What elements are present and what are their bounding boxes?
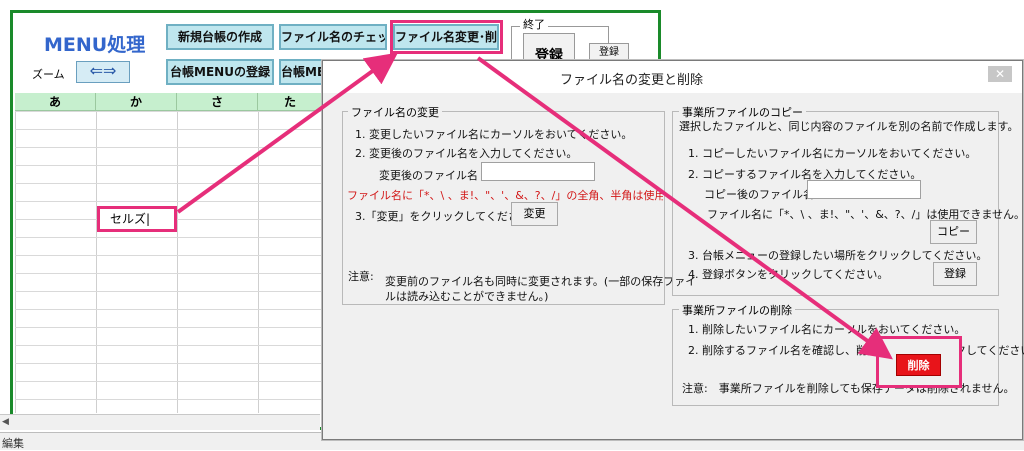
arrow-cell-to-button	[176, 52, 398, 214]
arrow-button-to-delete	[476, 56, 893, 360]
annotation-arrows	[176, 52, 893, 360]
